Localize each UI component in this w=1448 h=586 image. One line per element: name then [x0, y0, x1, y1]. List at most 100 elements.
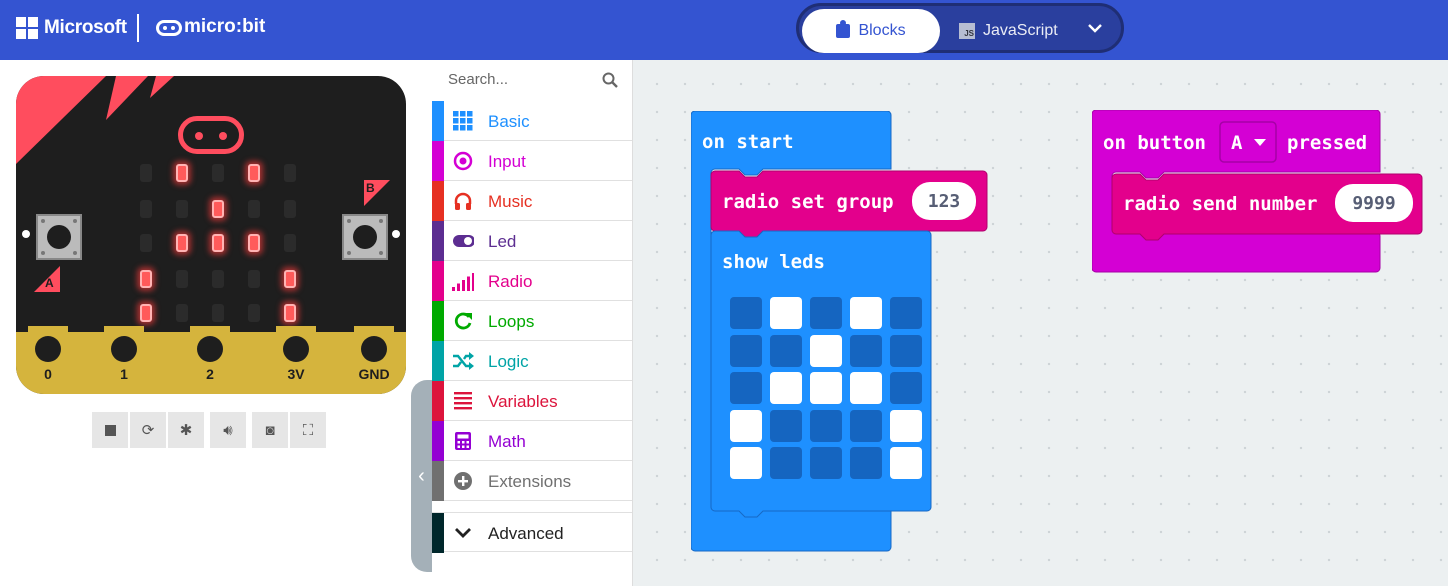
toggle-icon [452, 230, 474, 252]
toolbox-category-loops[interactable]: Loops [432, 301, 632, 341]
chevron-down-icon[interactable] [1085, 18, 1105, 38]
stop-button[interactable] [92, 412, 128, 448]
debug-icon: ✱ [179, 422, 193, 439]
search-icon[interactable] [602, 72, 618, 88]
blocks-mode-button[interactable]: Blocks [802, 9, 940, 53]
number-value-field[interactable]: 9999 [1335, 184, 1413, 222]
show-leds-cell[interactable] [890, 409, 922, 442]
board-led [212, 164, 224, 182]
calculator-icon [452, 430, 474, 452]
show-leds-cell[interactable] [730, 447, 762, 479]
restart-button[interactable]: ⟳ [130, 412, 166, 448]
board-led [248, 234, 260, 252]
pin-3v[interactable]: 3V [276, 326, 316, 386]
show-leds-cell[interactable] [770, 297, 802, 329]
radio-send-number-label: radio send number [1123, 193, 1318, 215]
category-label: Music [488, 192, 533, 211]
category-label: Variables [488, 392, 558, 411]
show-leds-cell[interactable] [810, 372, 842, 404]
button-b[interactable] [342, 214, 388, 260]
show-leds-cell[interactable] [770, 409, 802, 442]
debug-button[interactable]: ✱ [168, 412, 204, 448]
toolbox-category-variables[interactable]: Variables [432, 381, 632, 421]
pin-gnd[interactable]: GND [354, 326, 394, 386]
board-led [212, 234, 224, 252]
show-leds-cell[interactable] [770, 334, 802, 367]
javascript-mode-button[interactable]: JS JavaScript [959, 9, 1079, 53]
show-leds-cell[interactable] [770, 372, 802, 404]
toolbox-category-math[interactable]: Math [432, 421, 632, 461]
microsoft-logo-icon [16, 17, 38, 39]
category-label: Input [488, 152, 526, 171]
show-leds-cell[interactable] [890, 447, 922, 479]
board-led [140, 270, 152, 288]
pin-1[interactable]: 1 [104, 326, 144, 386]
show-leds-cell[interactable] [730, 409, 762, 442]
restart-icon: ⟳ [141, 422, 155, 439]
microbit-board: A B 0 1 2 3V GND [16, 76, 406, 394]
toolbox-category-logic[interactable]: Logic [432, 341, 632, 381]
grid-icon [452, 110, 474, 132]
on-start-block[interactable] [691, 111, 991, 553]
show-leds-cell[interactable] [890, 334, 922, 367]
corner-decoration [16, 76, 174, 164]
button-b-label: B [366, 181, 375, 195]
toolbox-category-radio[interactable]: Radio [432, 261, 632, 301]
category-color-bar [432, 513, 444, 553]
simulator-panel: A B 0 1 2 3V GND ⟳ ✱ 🔊︎ ◙ ⛶ [0, 60, 432, 586]
logo-touch-icon[interactable] [178, 116, 244, 154]
toolbox: Basic Input Music Led Radio Loops Logic Variabl… [432, 60, 633, 586]
radio-dot-icon [452, 150, 474, 172]
category-color-bar [432, 341, 444, 381]
chevron-left-icon: ‹ [418, 464, 425, 487]
puzzle-icon [836, 20, 851, 38]
simulator-toolbar: ⟳ ✱ [92, 412, 204, 448]
show-leds-cell[interactable] [730, 372, 762, 404]
toolbox-category-advanced[interactable]: Advanced [432, 512, 632, 553]
javascript-mode-label: JavaScript [983, 22, 1058, 39]
board-led [176, 234, 188, 252]
board-led [212, 304, 224, 322]
toolbox-category-led[interactable]: Led [432, 221, 632, 261]
show-leds-cell[interactable] [850, 372, 882, 404]
pin-0[interactable]: 0 [28, 326, 68, 386]
board-led [176, 304, 188, 322]
group-value-field[interactable]: 123 [912, 182, 976, 220]
fullscreen-icon: ⛶ [302, 421, 314, 439]
show-leds-cell[interactable] [810, 409, 842, 442]
show-leds-cell[interactable] [890, 297, 922, 329]
show-leds-cell[interactable] [730, 334, 762, 367]
show-leds-cell[interactable] [730, 297, 762, 329]
fullscreen-button[interactable]: ⛶ [290, 412, 326, 448]
search-input[interactable] [448, 71, 598, 88]
show-leds-cell[interactable] [850, 297, 882, 329]
board-led [284, 234, 296, 252]
board-led [248, 304, 260, 322]
show-leds-cell[interactable] [810, 297, 842, 329]
button-dropdown-value[interactable]: A [1231, 132, 1242, 154]
show-leds-label: show leds [722, 251, 825, 273]
screenshot-button[interactable]: ◙ [252, 412, 288, 448]
pin-hole [283, 336, 309, 362]
show-leds-cell[interactable] [770, 447, 802, 479]
toolbox-category-basic[interactable]: Basic [432, 101, 632, 141]
toolbox-category-extensions[interactable]: Extensions [432, 461, 632, 501]
category-label: Advanced [488, 524, 564, 543]
button-a[interactable] [36, 214, 82, 260]
toolbox-category-music[interactable]: Music [432, 181, 632, 221]
show-leds-cell[interactable] [810, 334, 842, 367]
show-leds-cell[interactable] [890, 372, 922, 404]
show-leds-cell[interactable] [850, 447, 882, 479]
toolbox-category-input[interactable]: Input [432, 141, 632, 181]
dropdown-caret-icon [1254, 139, 1266, 146]
pin-2[interactable]: 2 [190, 326, 230, 386]
microbit-brand[interactable]: micro:bit [184, 16, 265, 38]
mute-button[interactable]: 🔊︎ [210, 412, 246, 448]
on-button-label: on button [1103, 132, 1206, 154]
show-leds-cell[interactable] [850, 409, 882, 442]
radio-set-group-label: radio set group [722, 191, 894, 213]
show-leds-cell[interactable] [810, 447, 842, 479]
blocks-workspace[interactable]: on start radio set group 123 show leds o… [633, 60, 1448, 586]
show-leds-cell[interactable] [850, 334, 882, 367]
collapse-simulator-button[interactable]: ‹ [411, 380, 432, 572]
